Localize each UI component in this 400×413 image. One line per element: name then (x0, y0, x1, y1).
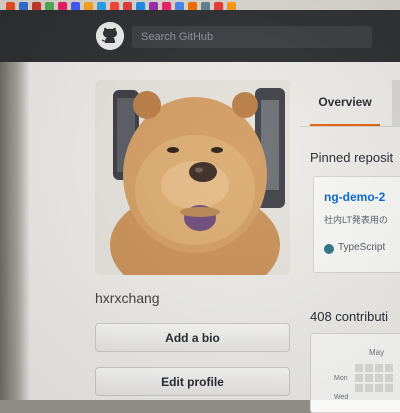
contribution-day-cell[interactable] (355, 374, 363, 382)
tabs-divider (300, 126, 400, 127)
contribution-day-cell[interactable] (365, 374, 373, 382)
pinned-repo-link[interactable]: ng-demo-2 (324, 190, 385, 204)
contribution-day-cell[interactable] (385, 374, 393, 382)
contribution-day-cell[interactable] (385, 364, 393, 372)
edit-profile-button[interactable]: Edit profile (95, 367, 290, 396)
contribution-day-cell[interactable] (355, 364, 363, 372)
search-input[interactable] (132, 26, 372, 48)
contribution-day-cell[interactable] (375, 374, 383, 382)
contribution-day-cell[interactable] (365, 364, 373, 372)
contribution-graph (310, 333, 400, 413)
contribution-day-cell[interactable] (355, 384, 363, 392)
contributions-heading: 408 contributi (310, 309, 389, 324)
pinned-repo-description: 社内LT発表用の (324, 215, 388, 225)
add-bio-button[interactable]: Add a bio (95, 323, 290, 352)
tab-overview[interactable]: Overview (310, 80, 380, 126)
contribution-day-cell[interactable] (385, 384, 393, 392)
tab-repositories[interactable] (392, 80, 400, 126)
username: hxrxchang (95, 290, 160, 306)
day-label-mon: Mon (334, 375, 348, 382)
month-label: May (369, 348, 385, 357)
github-logo-icon[interactable] (96, 22, 124, 50)
pinned-repositories-heading: Pinned reposit (310, 150, 394, 165)
contribution-day-cell[interactable] (375, 384, 383, 392)
avatar[interactable] (95, 80, 290, 275)
github-header (0, 10, 400, 62)
contribution-day-cell[interactable] (365, 384, 373, 392)
repo-language: TypeScript (338, 242, 386, 253)
contribution-day-cell[interactable] (375, 364, 383, 372)
language-color-dot (324, 244, 334, 254)
screen-bezel-edge (0, 62, 30, 400)
